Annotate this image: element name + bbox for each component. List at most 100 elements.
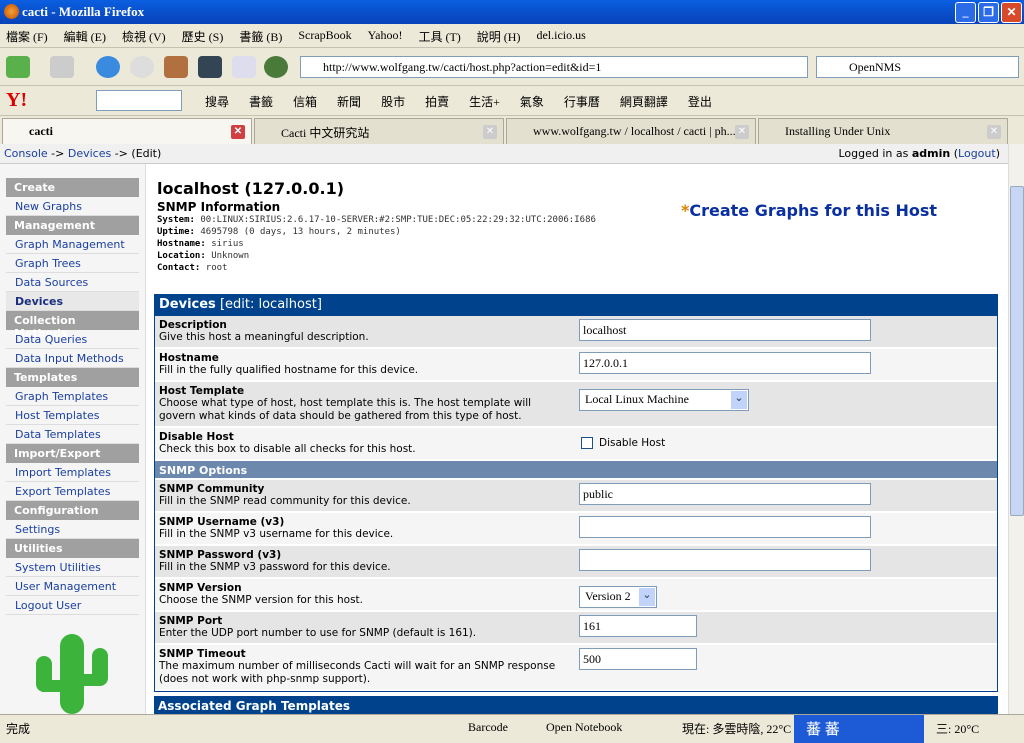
close-button[interactable]: ✕	[1001, 2, 1022, 23]
back-icon[interactable]	[6, 56, 30, 78]
breadcrumb-current: (Edit)	[131, 147, 162, 160]
menu-item[interactable]: 說明 (H)	[477, 28, 521, 44]
breadcrumb-console[interactable]: Console	[4, 147, 48, 160]
text-input[interactable]	[579, 352, 871, 374]
yahoo-toolbar-item[interactable]: 行事曆	[564, 93, 600, 110]
window-title: cacti - Mozilla Firefox	[22, 4, 145, 19]
menu-bar: 檔案 (F) 編輯 (E) 檢視 (V) 歷史 (S) 書籤 (B) ScrapBook Y…	[0, 24, 1024, 48]
disable-host-checkbox[interactable]: Disable Host	[581, 437, 665, 449]
scrollbar-thumb[interactable]	[1010, 186, 1024, 516]
leaf-icon[interactable]	[264, 56, 288, 78]
sidebar-item[interactable]: Graph Management	[6, 235, 139, 254]
tab-label: Cacti 中文研究站	[281, 126, 370, 140]
weather-now: 現在: 多雲時陰, 22°C	[682, 722, 792, 736]
sidebar-item[interactable]: Devices	[6, 292, 139, 311]
yahoo-toolbar-item[interactable]: 股市	[381, 93, 405, 110]
tab[interactable]: www.wolfgang.tw / localhost / cacti | ph…	[506, 118, 756, 144]
forward-icon[interactable]	[50, 56, 74, 78]
ime-bar[interactable]: 蕃 蕃	[794, 715, 924, 743]
home-icon[interactable]	[164, 56, 188, 78]
yahoo-toolbar-item[interactable]: 信箱	[293, 93, 317, 110]
yahoo-toolbar-item[interactable]: 搜尋	[205, 93, 229, 110]
sidebar-header: Import/Export	[6, 444, 139, 463]
tag-icon[interactable]	[232, 56, 256, 78]
sidebar-item[interactable]: Data Queries	[6, 330, 139, 349]
yahoo-toolbar: Y! 搜尋 書籤 信箱 新聞 股市 拍賣 生活+ 氣象 行事曆 網頁翻譯 登出	[0, 86, 1024, 116]
scrapbook-icon[interactable]	[198, 56, 222, 78]
sidebar-item[interactable]: New Graphs	[6, 197, 139, 216]
menu-item[interactable]: 檢視 (V)	[122, 28, 166, 44]
sidebar-item[interactable]: Host Templates	[6, 406, 139, 425]
open-notebook-button[interactable]: Open Notebook	[546, 720, 622, 735]
logout-link[interactable]: Logout	[958, 147, 996, 160]
field-label: SNMP Timeout	[159, 648, 246, 660]
checkbox[interactable]	[581, 437, 593, 449]
sidebar-item[interactable]: Logout User	[6, 596, 139, 615]
field-label: Host Template	[159, 385, 245, 397]
form-row: SNMP Port Enter the UDP port number to us…	[155, 612, 997, 645]
sidebar-item[interactable]: Data Sources	[6, 273, 139, 292]
yahoo-toolbar-item[interactable]: 新聞	[337, 93, 361, 110]
menu-item[interactable]: 書籤 (B)	[239, 28, 282, 44]
tab[interactable]: Installing Under Unix ✕	[758, 118, 1008, 144]
text-input[interactable]	[579, 648, 697, 670]
menu-item[interactable]: del.icio.us	[536, 28, 585, 43]
search-box[interactable]: OpenNMS	[816, 56, 1019, 78]
yahoo-toolbar-item[interactable]: 拍賣	[425, 93, 449, 110]
text-input[interactable]	[579, 516, 871, 538]
tab-close-icon[interactable]: ✕	[987, 125, 1001, 139]
breadcrumb-devices[interactable]: Devices	[68, 147, 111, 160]
tab-close-icon[interactable]: ✕	[735, 125, 749, 139]
yahoo-toolbar-item[interactable]: 網頁翻譯	[620, 93, 668, 110]
menu-item[interactable]: ScrapBook	[298, 28, 351, 43]
text-input[interactable]	[579, 615, 697, 637]
text-input[interactable]	[579, 549, 871, 571]
reload-icon[interactable]	[96, 56, 120, 78]
sidebar-item[interactable]: User Management	[6, 577, 139, 596]
tab-close-icon[interactable]: ✕	[483, 125, 497, 139]
tab[interactable]: Cacti 中文研究站 ✕	[254, 118, 504, 144]
menu-item[interactable]: 工具 (T)	[418, 28, 460, 44]
menu-item[interactable]: 檔案 (F)	[6, 28, 48, 44]
sidebar-item[interactable]: Graph Templates	[6, 387, 139, 406]
menu-item[interactable]: Yahoo!	[368, 28, 403, 43]
sidebar-item[interactable]: Data Input Methods	[6, 349, 139, 368]
sidebar-item[interactable]: Import Templates	[6, 463, 139, 482]
form-row: SNMP Version Choose the SNMP version for …	[155, 579, 997, 612]
device-form: Devices [edit: localhost] Description Giv…	[154, 294, 998, 692]
sidebar-item[interactable]: Export Templates	[6, 482, 139, 501]
text-input[interactable]	[579, 319, 871, 341]
tab[interactable]: cacti ✕	[2, 118, 252, 144]
yahoo-toolbar-item[interactable]: 書籤	[249, 93, 273, 110]
text-input[interactable]	[579, 483, 871, 505]
stop-icon[interactable]	[130, 56, 154, 78]
sidebar-item[interactable]: System Utilities	[6, 558, 139, 577]
maximize-button[interactable]: ❐	[978, 2, 999, 23]
yahoo-search-input[interactable]	[96, 90, 182, 111]
sidebar-item[interactable]: Settings	[6, 520, 139, 539]
yahoo-toolbar-item[interactable]: 氣象	[520, 93, 544, 110]
yahoo-toolbar-item[interactable]: 生活+	[469, 93, 500, 110]
sidebar-header: Utilities	[6, 539, 139, 558]
form-row: SNMP Timeout The maximum number of millis…	[155, 645, 997, 691]
url-bar[interactable]: http://www.wolfgang.tw/cacti/host.php?ac…	[300, 56, 808, 78]
create-graphs-label: Create Graphs for this Host	[689, 201, 938, 220]
vertical-scrollbar[interactable]	[1008, 144, 1024, 714]
snmp-info-value: root	[200, 263, 228, 273]
yahoo-toolbar-item[interactable]: 登出	[688, 93, 712, 110]
menu-item[interactable]: 編輯 (E)	[64, 28, 106, 44]
barcode-button[interactable]: Barcode	[468, 720, 508, 735]
select-dropdown[interactable]: Local Linux Machine	[579, 389, 749, 411]
minimize-button[interactable]: _	[955, 2, 976, 23]
field-label: Disable Host	[159, 431, 234, 443]
sidebar-item[interactable]: Data Templates	[6, 425, 139, 444]
snmp-info-row: Uptime: 4695798 (0 days, 13 hours, 2 min…	[157, 226, 999, 238]
create-graphs-link[interactable]: *Create Graphs for this Host	[681, 201, 937, 220]
firefox-icon	[4, 4, 19, 19]
yahoo-logo[interactable]: Y!	[6, 89, 27, 112]
menu-item[interactable]: 歷史 (S)	[182, 28, 224, 44]
tab-close-icon[interactable]: ✕	[231, 125, 245, 139]
sidebar-item[interactable]: Graph Trees	[6, 254, 139, 273]
select-dropdown[interactable]: Version 2	[579, 586, 657, 608]
sidebar: Create New Graphs Management Graph Manageme…	[0, 164, 146, 714]
